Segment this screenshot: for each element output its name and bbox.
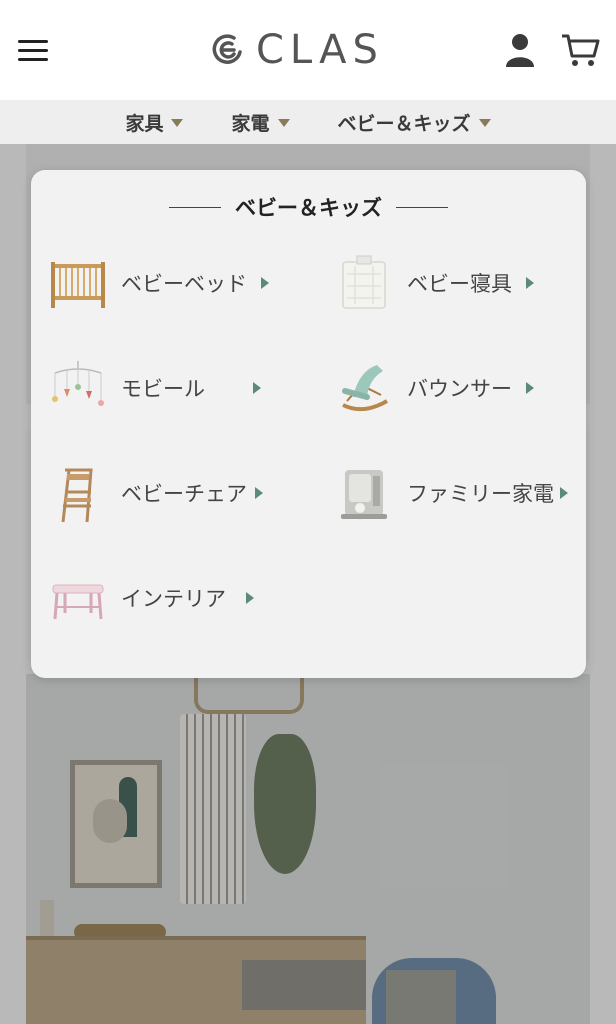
title-divider <box>169 206 221 208</box>
logo-mark-icon <box>212 34 242 64</box>
category-baby-kids-label: ベビー＆キッズ <box>337 112 471 135</box>
dropdown-item-family-appliance[interactable]: ファミリー家電 <box>333 458 568 528</box>
arrow-right-icon <box>255 487 263 499</box>
caret-down-icon <box>277 119 290 127</box>
dropdown-title-text: ベビー＆キッズ <box>235 196 382 220</box>
mobile-icon <box>52 361 104 406</box>
category-appliances[interactable]: 家電 <box>231 109 290 136</box>
baby-chair-icon <box>61 468 93 523</box>
cart-icon[interactable] <box>560 32 600 68</box>
category-appliances-label: 家電 <box>231 112 270 135</box>
caret-down-icon <box>171 119 184 127</box>
dropdown-item-label: ベビー寝具 <box>407 272 512 296</box>
dropdown-item-label: ファミリー家電 <box>407 482 554 506</box>
dropdown-item-mobile[interactable]: モビール <box>47 353 261 423</box>
bouncer-icon <box>342 365 389 412</box>
baby-crib-icon <box>51 262 105 308</box>
category-baby-kids[interactable]: ベビー＆キッズ <box>338 109 491 136</box>
dropdown-item-label: モビール <box>121 377 205 401</box>
dropdown-item-baby-bed[interactable]: ベビーベッド <box>47 248 269 318</box>
arrow-right-icon <box>526 382 534 394</box>
baby-kids-dropdown: ベビー＆キッズ ベビーベッド ベビー寝具 モビール バウンサー ベビーチェア フ… <box>31 170 586 678</box>
dropdown-item-interior[interactable]: インテリア <box>47 563 254 633</box>
category-furniture[interactable]: 家具 <box>125 109 184 136</box>
site-header: CLAS <box>0 0 616 100</box>
dropdown-item-baby-bedding[interactable]: ベビー寝具 <box>333 248 534 318</box>
dropdown-item-label: インテリア <box>121 587 226 611</box>
dropdown-item-label: バウンサー <box>407 377 512 401</box>
category-nav: 家具 家電 ベビー＆キッズ <box>0 100 616 144</box>
menu-icon[interactable] <box>18 40 48 62</box>
arrow-right-icon <box>526 277 534 289</box>
category-furniture-label: 家具 <box>125 112 164 135</box>
site-logo[interactable]: CLAS <box>210 26 384 74</box>
arrow-right-icon <box>560 487 568 499</box>
title-divider <box>396 206 448 208</box>
dropdown-item-bouncer[interactable]: バウンサー <box>333 353 534 423</box>
arrow-right-icon <box>253 382 261 394</box>
interior-icon <box>52 584 104 620</box>
dropdown-title: ベビー＆キッズ <box>31 192 586 222</box>
dropdown-item-label: ベビーチェア <box>121 482 247 506</box>
arrow-right-icon <box>246 592 254 604</box>
logo-text: CLAS <box>256 27 384 73</box>
dropdown-item-baby-chair[interactable]: ベビーチェア <box>47 458 263 528</box>
baby-bedding-icon <box>342 255 386 309</box>
dropdown-item-label: ベビーベッド <box>121 272 247 296</box>
family-appliance-icon <box>341 470 387 519</box>
caret-down-icon <box>478 119 491 127</box>
arrow-right-icon <box>261 277 269 289</box>
user-icon[interactable] <box>504 32 536 68</box>
